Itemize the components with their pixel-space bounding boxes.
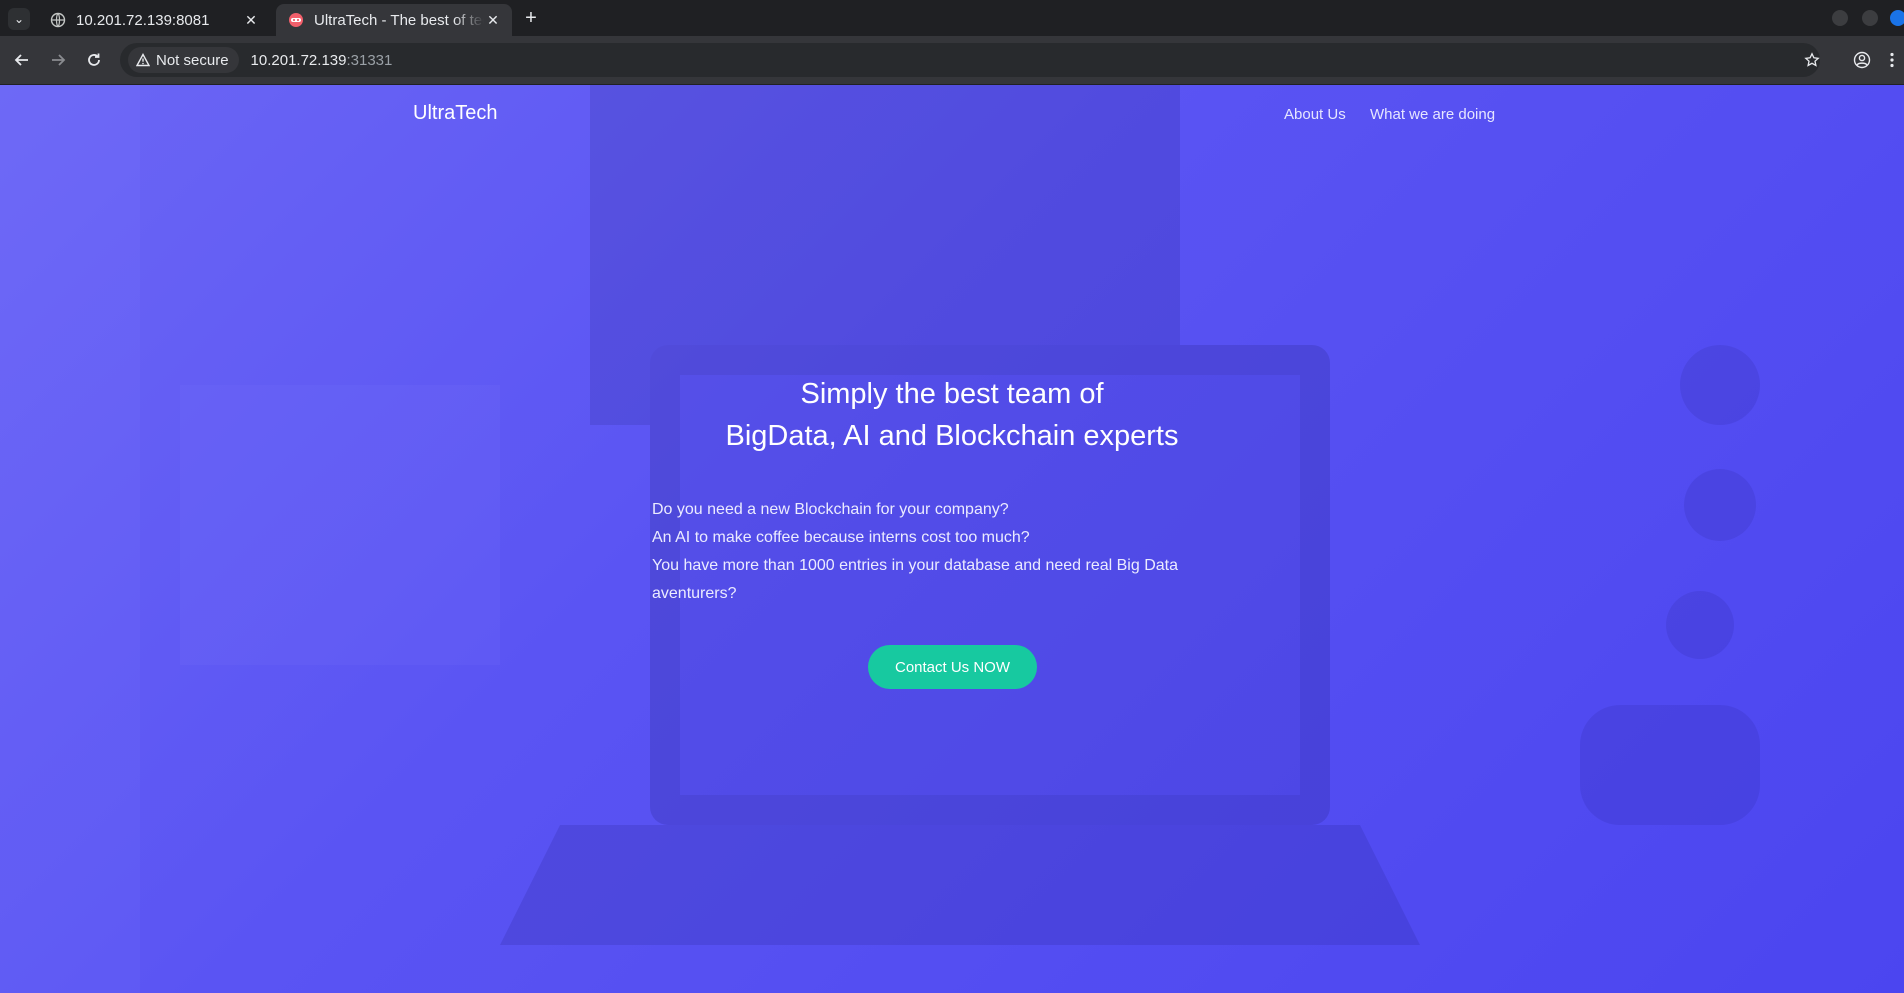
profile-icon[interactable] (1850, 48, 1874, 72)
new-tab-icon[interactable]: + (520, 8, 542, 30)
browser-toolbar: Not secure 10.201.72.139:31331 (0, 36, 1904, 85)
security-chip[interactable]: Not secure (128, 47, 239, 73)
contact-us-button[interactable]: Contact Us NOW (868, 645, 1037, 689)
globe-icon (50, 12, 66, 28)
warning-icon (136, 53, 150, 67)
hero-title: Simply the best team of BigData, AI and … (552, 373, 1352, 457)
hero-title-line-2: BigData, AI and Blockchain experts (725, 420, 1179, 452)
hero-title-line-1: Simply the best team of (800, 378, 1104, 410)
tab-title: 10.201.72.139:8081 (76, 11, 210, 29)
kebab-menu-icon[interactable] (1884, 48, 1900, 72)
forward-icon[interactable] (46, 48, 70, 72)
hero-line: An AI to make coffee because interns cos… (652, 529, 1030, 546)
minimize-window-button[interactable] (1832, 10, 1848, 26)
ultratech-favicon (289, 13, 303, 27)
hero-line: You have more than 1000 entries in your … (652, 557, 1178, 574)
security-label: Not secure (156, 51, 229, 69)
close-icon[interactable]: ✕ (242, 12, 260, 29)
browser-tab-1[interactable]: 10.201.72.139:8081 ✕ (38, 4, 270, 36)
url-host: 10.201.72.139 (250, 51, 347, 69)
hero-line: aventurers? (652, 585, 737, 602)
page-viewport: UltraTech About Us What we are doing Sim… (0, 85, 1904, 993)
tab-search-icon[interactable]: ⌄ (8, 8, 30, 30)
tab-title: UltraTech - The best of technology (314, 11, 484, 29)
browser-tab-strip: ⌄ 10.201.72.139:8081 ✕ UltraTech - The b… (0, 0, 1904, 36)
back-icon[interactable] (10, 48, 34, 72)
hero-description: Do you need a new Blockchain for your co… (652, 496, 1212, 608)
url-port: :31331 (346, 51, 393, 69)
reload-icon[interactable] (82, 48, 106, 72)
nav-link-what-we-are-doing[interactable]: What we are doing (1370, 106, 1495, 123)
site-brand-link[interactable]: UltraTech (413, 102, 497, 125)
close-window-button[interactable] (1890, 10, 1904, 26)
close-icon[interactable]: ✕ (484, 12, 502, 29)
browser-tab-2[interactable]: UltraTech - The best of technology ✕ (276, 4, 512, 36)
bookmark-star-icon[interactable] (1800, 48, 1824, 72)
hero-line: Do you need a new Blockchain for your co… (652, 501, 1009, 518)
nav-link-about-us[interactable]: About Us (1284, 106, 1346, 123)
site-navbar: UltraTech About Us What we are doing (0, 85, 1904, 145)
maximize-window-button[interactable] (1862, 10, 1878, 26)
address-bar[interactable]: Not secure 10.201.72.139:31331 (120, 43, 1820, 77)
